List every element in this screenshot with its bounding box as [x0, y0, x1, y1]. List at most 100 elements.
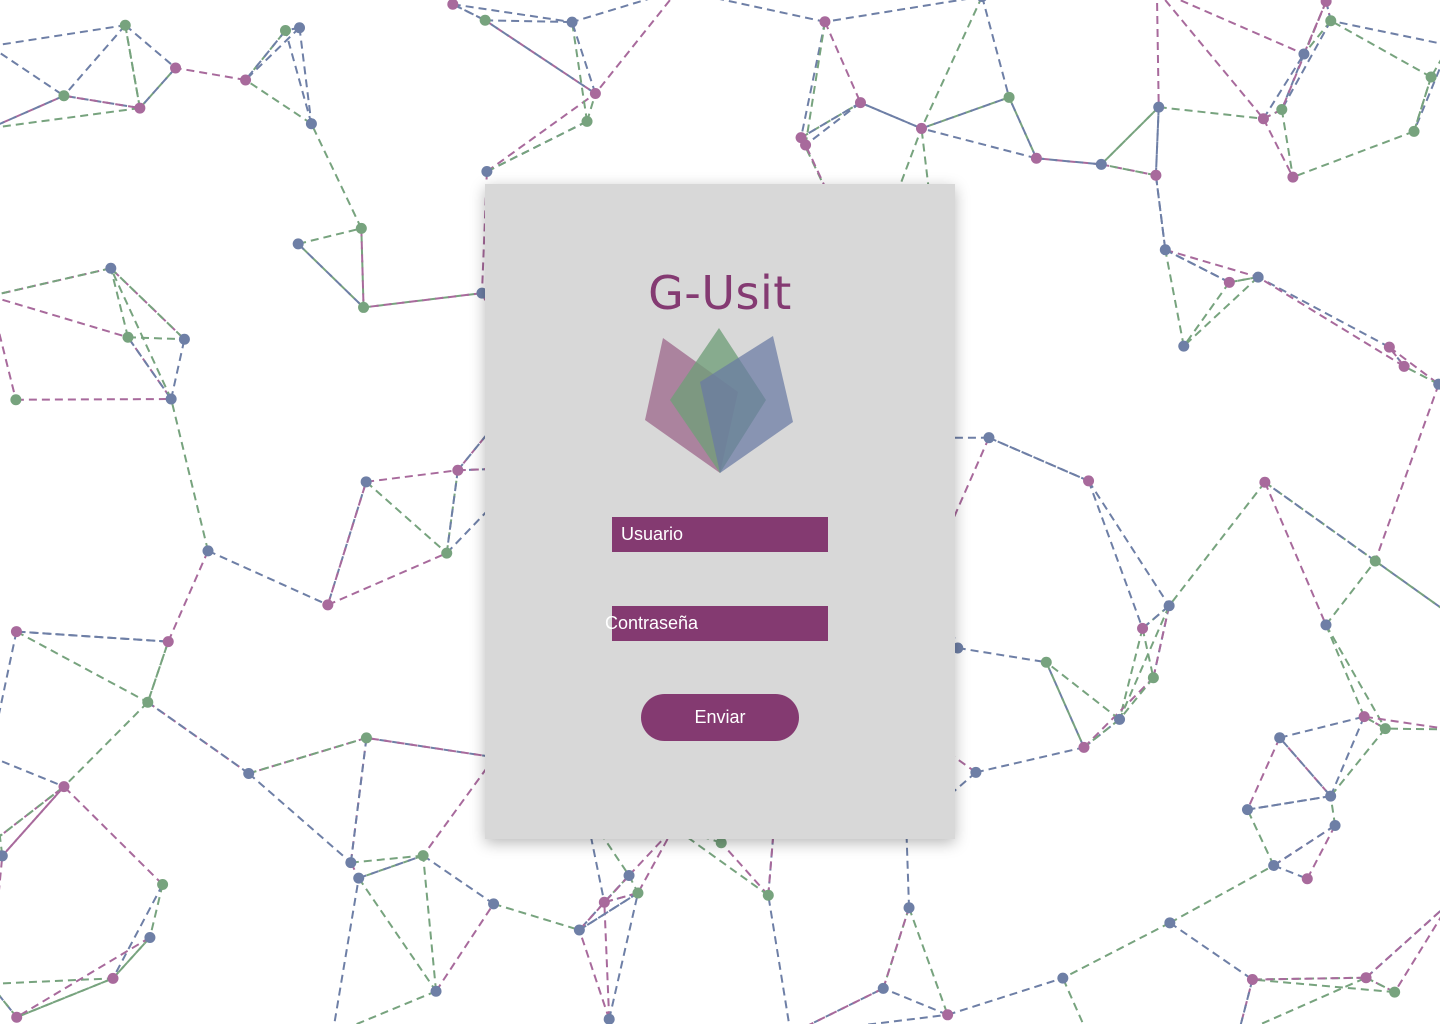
network-node: [279, 24, 291, 36]
network-link: [16, 630, 169, 643]
network-link: [170, 339, 186, 400]
network-link: [1330, 19, 1432, 78]
network-link: [354, 990, 437, 1024]
network-node: [292, 238, 304, 250]
network-node: [1287, 171, 1299, 183]
network-link: [349, 737, 368, 863]
network-link: [0, 331, 17, 400]
network-node: [10, 394, 22, 406]
network-link: [988, 436, 1089, 482]
network-link: [248, 772, 352, 864]
network-node: [119, 19, 131, 31]
network-node: [1030, 152, 1042, 164]
network-link: [0, 759, 65, 788]
network-node: [977, 0, 987, 2]
network-node: [358, 301, 370, 313]
network-link: [0, 994, 18, 1018]
network-link: [1385, 727, 1440, 731]
network-node: [240, 74, 252, 86]
network-node: [202, 545, 214, 557]
network-node: [178, 333, 190, 345]
network-node: [589, 88, 601, 100]
network-node: [1083, 475, 1095, 487]
network-node: [447, 0, 459, 10]
network-link: [127, 336, 172, 400]
network-link: [1246, 737, 1281, 810]
network-node: [632, 887, 644, 899]
network-link: [0, 631, 18, 715]
network-node: [1246, 974, 1258, 986]
network-node: [1325, 15, 1337, 27]
network-node: [800, 139, 812, 151]
network-link: [1280, 20, 1332, 110]
network-node: [481, 166, 493, 178]
network-link: [1252, 976, 1367, 981]
network-link: [1087, 480, 1170, 607]
password-placeholder: Contraseña: [605, 613, 699, 633]
network-link: [244, 29, 287, 81]
lotus-logo-icon: [645, 328, 793, 473]
network-node: [122, 331, 134, 343]
network-link: [947, 977, 1064, 1016]
network-node: [1301, 873, 1313, 885]
network-node: [1164, 917, 1176, 929]
network-node: [134, 102, 146, 114]
network-link: [1177, 0, 1305, 55]
network-node: [142, 696, 154, 708]
submit-button[interactable]: Enviar: [641, 694, 799, 741]
network-link: [1158, 106, 1264, 120]
network-link: [63, 785, 164, 886]
network-link: [921, 127, 1037, 160]
network-link: [1246, 809, 1275, 866]
network-link: [804, 101, 862, 146]
network-node: [243, 767, 255, 779]
network-link: [719, 0, 826, 23]
network-node: [1408, 125, 1420, 137]
network-link: [975, 746, 1085, 774]
network-link: [422, 756, 496, 857]
network-node: [345, 857, 357, 869]
network-link: [1365, 909, 1440, 979]
network-link: [808, 987, 884, 1024]
network-link: [0, 297, 129, 339]
network-link: [1303, 20, 1332, 55]
network-link: [1262, 118, 1294, 178]
password-field[interactable]: Contraseña: [605, 606, 828, 641]
network-node: [355, 222, 367, 234]
network-link: [1325, 560, 1377, 626]
network-node: [1298, 48, 1310, 60]
network-node: [1379, 723, 1391, 735]
network-link: [921, 96, 1010, 130]
network-link: [1403, 365, 1440, 386]
network-link: [310, 123, 363, 229]
network-link: [1273, 824, 1336, 867]
network-node: [144, 932, 156, 944]
network-link: [824, 21, 862, 104]
network-link: [486, 92, 596, 173]
network-link: [245, 79, 312, 125]
network-link: [357, 877, 437, 992]
network-node: [107, 972, 119, 984]
network-node: [1241, 804, 1253, 816]
network-link: [1154, 175, 1167, 250]
network-link: [1257, 276, 1405, 368]
network-node: [1223, 276, 1235, 288]
network-node: [819, 16, 831, 28]
network-link: [422, 854, 495, 905]
username-field[interactable]: Usuario: [612, 517, 828, 552]
network-node: [105, 262, 117, 274]
network-node: [360, 732, 372, 744]
network-link: [124, 24, 177, 69]
network-link: [109, 268, 129, 338]
network-link: [0, 785, 65, 838]
network-node: [58, 781, 70, 793]
network-link: [1252, 978, 1395, 994]
network-link: [1388, 346, 1440, 385]
network-node: [1178, 340, 1190, 352]
login-card: G-Usit Usuario Contraseña Enviar: [485, 184, 955, 839]
network-node: [1325, 790, 1337, 802]
network-node: [353, 872, 365, 884]
network-node: [1040, 656, 1052, 668]
network-node: [1147, 672, 1159, 684]
network-link: [1239, 979, 1254, 1024]
